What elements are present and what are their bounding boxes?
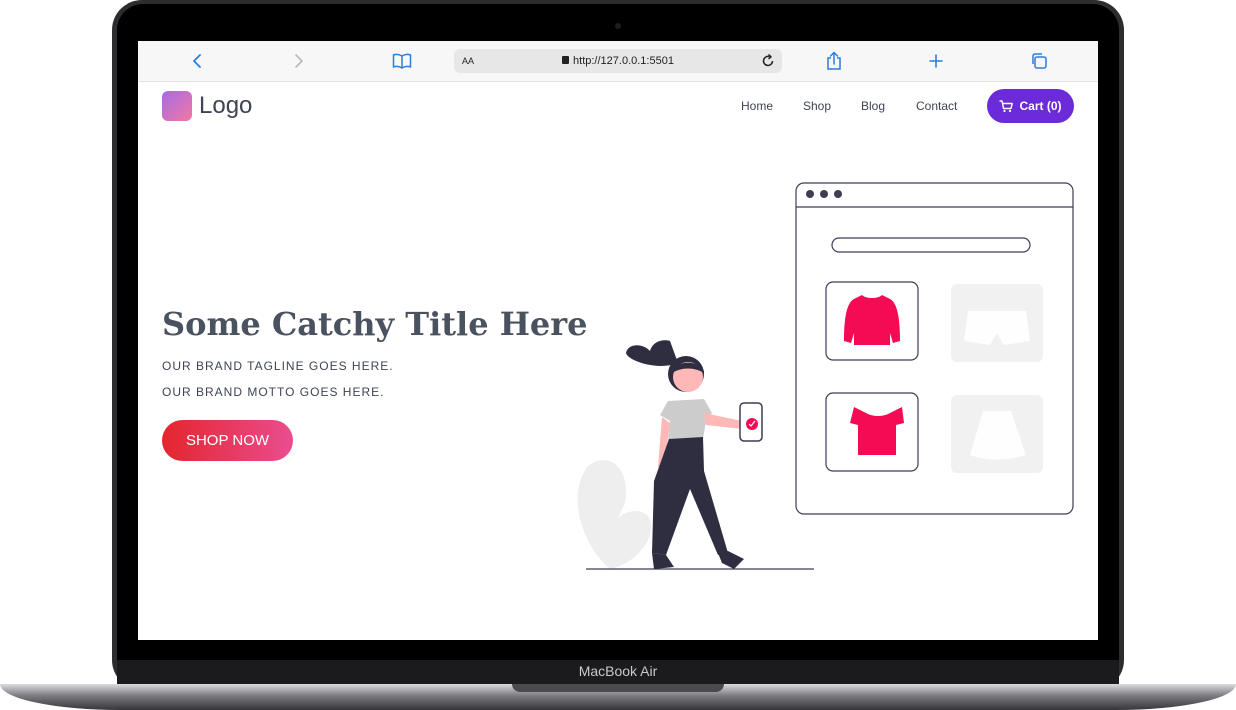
device-label: MacBook Air — [578, 663, 658, 679]
browser-screen: AA http://127.0.0.1:5501 Logo Home Shop … — [138, 41, 1098, 640]
camera-icon — [615, 23, 621, 29]
hero-illustration — [577, 182, 1074, 570]
leaf-decoration — [577, 460, 652, 569]
shop-window-illustration — [795, 182, 1074, 515]
laptop-notch — [512, 684, 724, 692]
